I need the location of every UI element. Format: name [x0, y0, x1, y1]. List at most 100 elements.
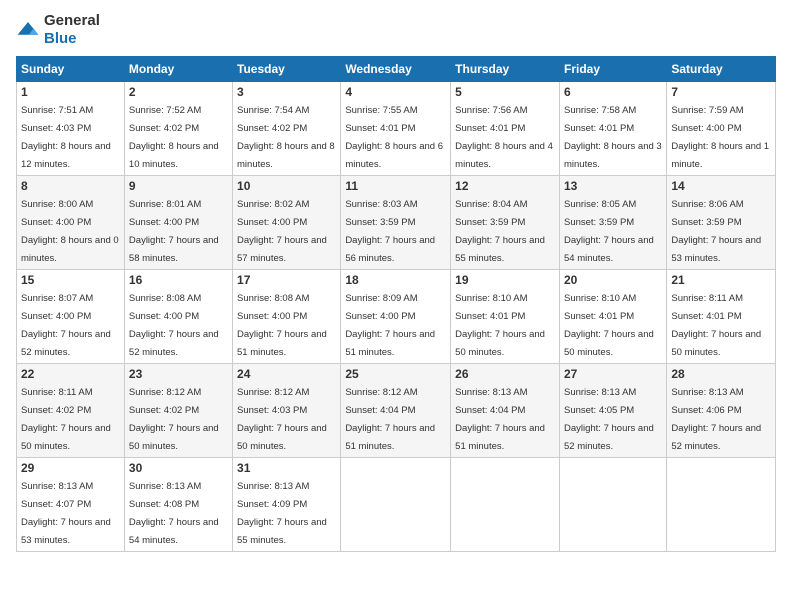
column-header-tuesday: Tuesday [233, 57, 341, 82]
week-row-5: 29 Sunrise: 8:13 AMSunset: 4:07 PMDaylig… [17, 458, 776, 552]
day-number: 23 [129, 367, 228, 381]
day-info: Sunrise: 8:13 AMSunset: 4:04 PMDaylight:… [455, 387, 545, 452]
day-number: 5 [455, 85, 555, 99]
day-cell: 18 Sunrise: 8:09 AMSunset: 4:00 PMDaylig… [341, 270, 451, 364]
column-header-monday: Monday [124, 57, 232, 82]
week-row-3: 15 Sunrise: 8:07 AMSunset: 4:00 PMDaylig… [17, 270, 776, 364]
day-number: 16 [129, 273, 228, 287]
logo-general: General [44, 12, 100, 29]
column-header-thursday: Thursday [451, 57, 560, 82]
day-number: 6 [564, 85, 662, 99]
day-cell: 14 Sunrise: 8:06 AMSunset: 3:59 PMDaylig… [667, 176, 776, 270]
day-number: 2 [129, 85, 228, 99]
day-info: Sunrise: 8:13 AMSunset: 4:05 PMDaylight:… [564, 387, 654, 452]
day-info: Sunrise: 8:06 AMSunset: 3:59 PMDaylight:… [671, 199, 761, 264]
day-cell [341, 458, 451, 552]
day-cell: 6 Sunrise: 7:58 AMSunset: 4:01 PMDayligh… [559, 82, 666, 176]
day-info: Sunrise: 8:01 AMSunset: 4:00 PMDaylight:… [129, 199, 219, 264]
day-cell: 16 Sunrise: 8:08 AMSunset: 4:00 PMDaylig… [124, 270, 232, 364]
day-number: 17 [237, 273, 336, 287]
day-number: 28 [671, 367, 771, 381]
logo-text: General Blue [44, 12, 100, 48]
day-cell: 22 Sunrise: 8:11 AMSunset: 4:02 PMDaylig… [17, 364, 125, 458]
day-number: 10 [237, 179, 336, 193]
day-cell [667, 458, 776, 552]
week-row-1: 1 Sunrise: 7:51 AMSunset: 4:03 PMDayligh… [17, 82, 776, 176]
day-number: 3 [237, 85, 336, 99]
day-cell: 17 Sunrise: 8:08 AMSunset: 4:00 PMDaylig… [233, 270, 341, 364]
day-number: 8 [21, 179, 120, 193]
day-cell: 28 Sunrise: 8:13 AMSunset: 4:06 PMDaylig… [667, 364, 776, 458]
day-number: 21 [671, 273, 771, 287]
day-cell: 29 Sunrise: 8:13 AMSunset: 4:07 PMDaylig… [17, 458, 125, 552]
day-info: Sunrise: 8:04 AMSunset: 3:59 PMDaylight:… [455, 199, 545, 264]
day-info: Sunrise: 8:13 AMSunset: 4:07 PMDaylight:… [21, 481, 111, 546]
day-cell: 19 Sunrise: 8:10 AMSunset: 4:01 PMDaylig… [451, 270, 560, 364]
day-info: Sunrise: 7:59 AMSunset: 4:00 PMDaylight:… [671, 105, 769, 170]
day-cell: 9 Sunrise: 8:01 AMSunset: 4:00 PMDayligh… [124, 176, 232, 270]
day-info: Sunrise: 8:07 AMSunset: 4:00 PMDaylight:… [21, 293, 111, 358]
day-number: 1 [21, 85, 120, 99]
day-number: 13 [564, 179, 662, 193]
day-number: 19 [455, 273, 555, 287]
day-info: Sunrise: 8:10 AMSunset: 4:01 PMDaylight:… [455, 293, 545, 358]
week-row-4: 22 Sunrise: 8:11 AMSunset: 4:02 PMDaylig… [17, 364, 776, 458]
day-cell: 25 Sunrise: 8:12 AMSunset: 4:04 PMDaylig… [341, 364, 451, 458]
day-number: 7 [671, 85, 771, 99]
day-number: 29 [21, 461, 120, 475]
day-info: Sunrise: 8:08 AMSunset: 4:00 PMDaylight:… [237, 293, 327, 358]
day-cell: 24 Sunrise: 8:12 AMSunset: 4:03 PMDaylig… [233, 364, 341, 458]
day-number: 20 [564, 273, 662, 287]
day-cell: 27 Sunrise: 8:13 AMSunset: 4:05 PMDaylig… [559, 364, 666, 458]
day-number: 25 [345, 367, 446, 381]
day-number: 12 [455, 179, 555, 193]
day-info: Sunrise: 8:02 AMSunset: 4:00 PMDaylight:… [237, 199, 327, 264]
day-info: Sunrise: 8:00 AMSunset: 4:00 PMDaylight:… [21, 199, 119, 264]
day-cell: 10 Sunrise: 8:02 AMSunset: 4:00 PMDaylig… [233, 176, 341, 270]
day-cell: 5 Sunrise: 7:56 AMSunset: 4:01 PMDayligh… [451, 82, 560, 176]
day-info: Sunrise: 7:51 AMSunset: 4:03 PMDaylight:… [21, 105, 111, 170]
day-cell: 11 Sunrise: 8:03 AMSunset: 3:59 PMDaylig… [341, 176, 451, 270]
day-info: Sunrise: 7:55 AMSunset: 4:01 PMDaylight:… [345, 105, 443, 170]
day-cell: 12 Sunrise: 8:04 AMSunset: 3:59 PMDaylig… [451, 176, 560, 270]
day-info: Sunrise: 8:11 AMSunset: 4:01 PMDaylight:… [671, 293, 761, 358]
day-number: 18 [345, 273, 446, 287]
logo: General Blue [16, 12, 100, 48]
header-row: SundayMondayTuesdayWednesdayThursdayFrid… [17, 57, 776, 82]
column-header-wednesday: Wednesday [341, 57, 451, 82]
day-number: 15 [21, 273, 120, 287]
day-info: Sunrise: 7:56 AMSunset: 4:01 PMDaylight:… [455, 105, 553, 170]
day-number: 11 [345, 179, 446, 193]
day-info: Sunrise: 8:11 AMSunset: 4:02 PMDaylight:… [21, 387, 111, 452]
day-cell: 1 Sunrise: 7:51 AMSunset: 4:03 PMDayligh… [17, 82, 125, 176]
day-info: Sunrise: 8:12 AMSunset: 4:04 PMDaylight:… [345, 387, 435, 452]
calendar-table: SundayMondayTuesdayWednesdayThursdayFrid… [16, 56, 776, 552]
day-number: 26 [455, 367, 555, 381]
day-info: Sunrise: 8:03 AMSunset: 3:59 PMDaylight:… [345, 199, 435, 264]
day-number: 24 [237, 367, 336, 381]
day-info: Sunrise: 8:05 AMSunset: 3:59 PMDaylight:… [564, 199, 654, 264]
day-info: Sunrise: 8:13 AMSunset: 4:08 PMDaylight:… [129, 481, 219, 546]
day-info: Sunrise: 8:13 AMSunset: 4:09 PMDaylight:… [237, 481, 327, 546]
logo-blue: Blue [44, 30, 77, 47]
day-cell [559, 458, 666, 552]
day-cell: 30 Sunrise: 8:13 AMSunset: 4:08 PMDaylig… [124, 458, 232, 552]
column-header-friday: Friday [559, 57, 666, 82]
day-number: 31 [237, 461, 336, 475]
day-number: 14 [671, 179, 771, 193]
day-number: 27 [564, 367, 662, 381]
day-info: Sunrise: 8:08 AMSunset: 4:00 PMDaylight:… [129, 293, 219, 358]
day-info: Sunrise: 8:13 AMSunset: 4:06 PMDaylight:… [671, 387, 761, 452]
day-info: Sunrise: 8:12 AMSunset: 4:02 PMDaylight:… [129, 387, 219, 452]
day-cell: 13 Sunrise: 8:05 AMSunset: 3:59 PMDaylig… [559, 176, 666, 270]
day-number: 4 [345, 85, 446, 99]
header: General Blue [16, 12, 776, 48]
day-info: Sunrise: 7:54 AMSunset: 4:02 PMDaylight:… [237, 105, 335, 170]
day-cell: 3 Sunrise: 7:54 AMSunset: 4:02 PMDayligh… [233, 82, 341, 176]
logo-icon [16, 20, 40, 40]
day-cell: 31 Sunrise: 8:13 AMSunset: 4:09 PMDaylig… [233, 458, 341, 552]
day-cell: 20 Sunrise: 8:10 AMSunset: 4:01 PMDaylig… [559, 270, 666, 364]
column-header-sunday: Sunday [17, 57, 125, 82]
day-cell: 21 Sunrise: 8:11 AMSunset: 4:01 PMDaylig… [667, 270, 776, 364]
day-info: Sunrise: 8:09 AMSunset: 4:00 PMDaylight:… [345, 293, 435, 358]
